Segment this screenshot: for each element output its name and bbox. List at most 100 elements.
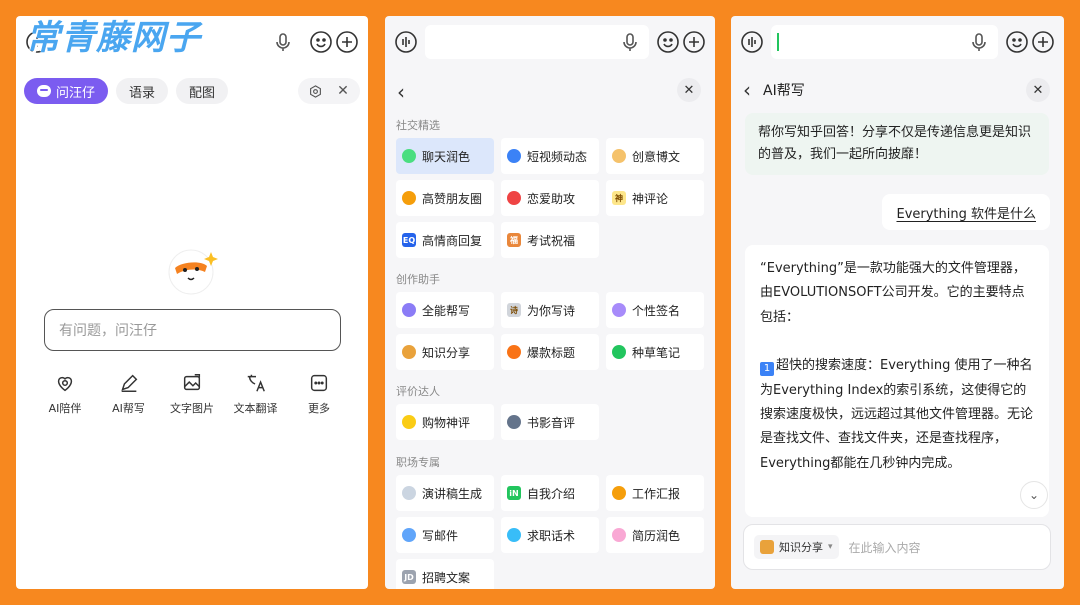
compose-input[interactable]: 在此输入内容 <box>849 539 921 556</box>
template-item[interactable]: 福考试祝福 <box>501 222 599 258</box>
tab-label: 问汪仔 <box>56 85 96 101</box>
text-input-field[interactable] <box>771 25 998 59</box>
template-item[interactable]: 知识分享 <box>396 334 494 370</box>
tab-label: 语录 <box>129 85 156 101</box>
template-item[interactable]: EQ 高情商回复 <box>396 222 494 258</box>
back-icon[interactable]: ‹ <box>743 78 751 102</box>
back-icon[interactable]: ‹ <box>397 80 405 104</box>
close-icon[interactable]: ✕ <box>677 78 701 102</box>
page-title: AI帮写 <box>763 83 805 99</box>
mascot-icon <box>168 249 218 295</box>
template-item[interactable]: 神神评论 <box>606 180 704 216</box>
feature-ai-companion[interactable]: AI陪伴 <box>34 372 96 416</box>
template-label: 招聘文案 <box>422 570 471 585</box>
plus-icon[interactable] <box>1030 29 1056 55</box>
template-item[interactable]: 书影音评 <box>501 404 599 440</box>
template-item[interactable]: 演讲稿生成 <box>396 475 494 511</box>
emoji-icon[interactable] <box>1004 29 1030 55</box>
feature-more[interactable]: 更多 <box>288 372 350 416</box>
templates-header: ‹ ✕ <box>385 72 715 108</box>
template-item[interactable]: JD 招聘文案 <box>396 559 494 589</box>
template-icon <box>612 303 626 317</box>
template-item[interactable]: 诗为你写诗 <box>501 292 599 328</box>
voice-wave-icon[interactable] <box>393 29 419 55</box>
scroll-down-icon[interactable]: ⌄ <box>1020 481 1048 509</box>
template-chip[interactable]: 知识分享 ▾ <box>754 535 839 559</box>
template-label: 知识分享 <box>422 345 471 360</box>
template-label: 书影音评 <box>527 415 576 430</box>
answer-paragraph: “Everything”是一款功能强大的文件管理器，由EVOLUTIONSOFT… <box>760 261 1026 325</box>
template-icon <box>402 528 416 542</box>
template-grid: 聊天润色 短视频动态 创意博文高赞朋友圈 恋爱助攻 神神评论 EQ 高情商回复 福考试祝福 <box>396 138 704 258</box>
template-label: 短视频动态 <box>527 149 588 164</box>
tab-illustration[interactable]: 配图 <box>176 78 229 104</box>
template-item[interactable]: 工作汇报 <box>606 475 704 511</box>
template-item[interactable]: iN 自我介绍 <box>501 475 599 511</box>
template-icon <box>507 528 521 542</box>
template-label: 高情商回复 <box>422 233 483 248</box>
ask-input[interactable]: 有问题，问汪仔 <box>44 309 341 351</box>
template-label: 创意博文 <box>632 149 681 164</box>
template-icon <box>507 149 521 163</box>
mic-icon[interactable] <box>966 29 992 55</box>
watermark: 常青藤网子 <box>26 18 201 58</box>
template-item[interactable]: 短视频动态 <box>501 138 599 174</box>
template-label: 演讲稿生成 <box>422 486 483 501</box>
template-icon: 诗 <box>507 303 521 317</box>
close-icon[interactable]: ✕ <box>1026 78 1050 102</box>
template-item[interactable]: 简历润色 <box>606 517 704 553</box>
template-label: 高赞朋友圈 <box>422 191 483 206</box>
template-item[interactable]: 个性签名 <box>606 292 704 328</box>
translate-icon <box>247 374 265 392</box>
template-item[interactable]: 聊天润色 <box>396 138 494 174</box>
template-icon <box>402 149 416 163</box>
template-item[interactable]: 创意博文 <box>606 138 704 174</box>
user-message: Everything 软件是什么 <box>882 194 1050 230</box>
feature-label: 更多 <box>308 402 330 415</box>
template-icon <box>402 191 416 205</box>
mic-icon[interactable] <box>270 29 296 55</box>
emoji-icon[interactable] <box>308 29 334 55</box>
template-item[interactable]: 种草笔记 <box>606 334 704 370</box>
mic-icon[interactable] <box>617 29 643 55</box>
template-item[interactable]: 恋爱助攻 <box>501 180 599 216</box>
feature-label: AI陪伴 <box>48 402 82 415</box>
feature-label: AI帮写 <box>112 402 145 415</box>
template-icon <box>507 191 521 205</box>
template-label: 个性签名 <box>632 303 681 318</box>
ask-placeholder: 有问题，问汪仔 <box>59 323 157 339</box>
plus-icon[interactable] <box>681 29 707 55</box>
text-input-field[interactable] <box>425 25 649 59</box>
ai-answer: “Everything”是一款功能强大的文件管理器，由EVOLUTIONSOFT… <box>745 245 1049 517</box>
template-item[interactable]: 购物神评 <box>396 404 494 440</box>
text-caret <box>777 33 779 51</box>
template-item[interactable]: 高赞朋友圈 <box>396 180 494 216</box>
template-label: 自我介绍 <box>527 486 576 501</box>
feature-text-image[interactable]: 文字图片 <box>161 372 223 416</box>
template-label: 简历润色 <box>632 528 681 543</box>
template-item[interactable]: 写邮件 <box>396 517 494 553</box>
settings-icon[interactable] <box>304 80 326 102</box>
chat-header: ‹ AI帮写 ✕ <box>731 72 1064 108</box>
template-item[interactable]: 全能帮写 <box>396 292 494 328</box>
template-icon <box>612 345 626 359</box>
panel-tools: ✕ <box>298 78 360 104</box>
close-icon[interactable]: ✕ <box>332 80 354 102</box>
book-icon <box>760 540 774 554</box>
intro-message: 帮你写知乎回答！分享不仅是传递信息更是知识的普及，我们一起所向披靡！ <box>745 113 1049 175</box>
feature-ai-writing[interactable]: AI帮写 <box>98 372 160 416</box>
tab-quotes[interactable]: 语录 <box>116 78 169 104</box>
voice-wave-icon[interactable] <box>739 29 765 55</box>
plus-icon[interactable] <box>334 29 360 55</box>
pen-icon <box>120 374 137 392</box>
template-item[interactable]: 爆款标题 <box>501 334 599 370</box>
feature-translate[interactable]: 文本翻译 <box>225 372 287 416</box>
compose-bar: 知识分享 ▾ 在此输入内容 <box>743 524 1051 570</box>
template-item[interactable]: 求职话术 <box>501 517 599 553</box>
emoji-icon[interactable] <box>655 29 681 55</box>
tab-ask[interactable]: 问汪仔 <box>24 78 109 104</box>
template-icon <box>612 149 626 163</box>
template-label: 种草笔记 <box>632 345 681 360</box>
chevron-down-icon: ▾ <box>828 542 833 552</box>
template-grid: 演讲稿生成 iN 自我介绍 工作汇报写邮件 求职话术 简历润色 JD 招聘文案 <box>396 475 704 589</box>
